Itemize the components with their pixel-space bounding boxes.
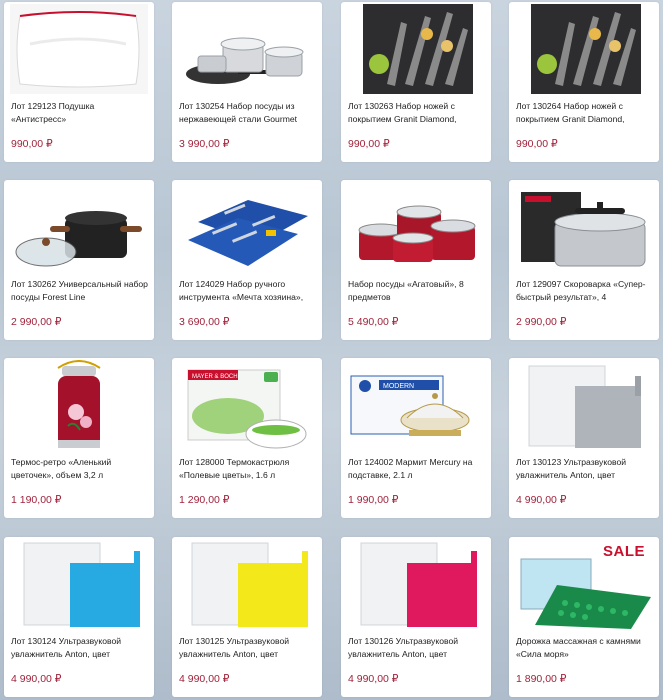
product-price: 2 990,00 ₽ xyxy=(516,316,567,328)
product-title[interactable]: Лот 130262 Универсальный набор посуды Fo… xyxy=(11,278,149,306)
product-title[interactable]: Лот 130263 Набор ножей с покрытием Grani… xyxy=(348,100,486,128)
sale-badge: SALE xyxy=(602,543,645,560)
brand-label: MODERN xyxy=(383,383,414,390)
product-image-humidifier[interactable] xyxy=(515,360,653,450)
product-price: 990,00 ₽ xyxy=(516,138,558,150)
product-title[interactable]: Лот 128000 Термокастрюля «Полевые цветы»… xyxy=(179,456,317,484)
product-title[interactable]: Лот 129097 Скороварка «Супер-быстрый рез… xyxy=(516,278,654,306)
product-price: 1 890,00 ₽ xyxy=(516,673,567,685)
product-title[interactable]: Лот 124029 Набор ручного инструмента «Ме… xyxy=(179,278,317,306)
product-image-pot[interactable] xyxy=(10,182,148,272)
product-title[interactable]: Лот 129123 Подушка «Антистресс» xyxy=(11,100,149,128)
product-price: 5 490,00 ₽ xyxy=(348,316,399,328)
product-card[interactable]: Лот 130123 Ультразвуковой увлажнитель An… xyxy=(509,358,659,518)
product-price: 1 290,00 ₽ xyxy=(179,494,230,506)
product-card[interactable]: Лот 130254 Набор посуды из нержавеющей с… xyxy=(172,2,322,162)
product-price: 1 190,00 ₽ xyxy=(11,494,62,506)
product-image-chafing-dish[interactable]: MODERN xyxy=(347,360,485,450)
product-title[interactable]: Лот 124002 Мармит Mercury на подставке, … xyxy=(348,456,486,484)
product-price: 4 990,00 ₽ xyxy=(179,673,230,685)
product-card[interactable]: MODERN Лот 124002 Мармит Mercury на подс… xyxy=(341,358,491,518)
product-card[interactable]: Лот 130262 Универсальный набор посуды Fo… xyxy=(4,180,154,340)
product-title[interactable]: Лот 130123 Ультразвуковой увлажнитель An… xyxy=(516,456,654,484)
product-image-massage-mat[interactable]: SALE xyxy=(515,539,653,629)
product-image-thermos[interactable] xyxy=(10,360,148,450)
product-card[interactable]: Лот 124029 Набор ручного инструмента «Ме… xyxy=(172,180,322,340)
product-card[interactable]: Лот 130126 Ультразвуковой увлажнитель An… xyxy=(341,537,491,697)
product-title[interactable]: Лот 130124 Ультразвуковой увлажнитель An… xyxy=(11,635,149,663)
product-image-knives[interactable] xyxy=(515,4,653,94)
product-card[interactable]: Лот 129123 Подушка «Антистресс» 990,00 ₽ xyxy=(4,2,154,162)
product-image-humidifier[interactable] xyxy=(10,539,148,629)
product-price: 4 990,00 ₽ xyxy=(516,494,567,506)
product-title[interactable]: Дорожка массажная с камнями «Сила моря» xyxy=(516,635,654,663)
product-image-cookware[interactable] xyxy=(178,4,316,94)
product-title[interactable]: Лот 130254 Набор посуды из нержавеющей с… xyxy=(179,100,317,128)
product-title[interactable]: Лот 130125 Ультразвуковой увлажнитель An… xyxy=(179,635,317,663)
product-image-thermo-pot[interactable]: MAYER & BOCH xyxy=(178,360,316,450)
product-image-pots-red[interactable] xyxy=(347,182,485,272)
product-image-knives[interactable] xyxy=(347,4,485,94)
product-price: 1 990,00 ₽ xyxy=(348,494,399,506)
product-card[interactable]: Лот 130125 Ультразвуковой увлажнитель An… xyxy=(172,537,322,697)
product-image-humidifier[interactable] xyxy=(347,539,485,629)
product-card[interactable]: Лот 130124 Ультразвуковой увлажнитель An… xyxy=(4,537,154,697)
product-grid: Лот 129123 Подушка «Антистресс» 990,00 ₽… xyxy=(0,0,663,700)
product-card[interactable]: MAYER & BOCH Лот 128000 Термокастрюля «П… xyxy=(172,358,322,518)
product-card[interactable]: Набор посуды «Агатовый», 8 предметов 5 4… xyxy=(341,180,491,340)
product-price: 3 690,00 ₽ xyxy=(179,316,230,328)
product-image-pressure-cooker[interactable] xyxy=(515,182,653,272)
product-title[interactable]: Набор посуды «Агатовый», 8 предметов xyxy=(348,278,486,306)
product-image-tools[interactable] xyxy=(178,182,316,272)
brand-label: MAYER & BOCH xyxy=(192,374,238,380)
product-price: 3 990,00 ₽ xyxy=(179,138,230,150)
product-card[interactable]: Термос-ретро «Аленький цветочек», объем … xyxy=(4,358,154,518)
product-price: 990,00 ₽ xyxy=(11,138,53,150)
product-card[interactable]: SALE Дорожка массажная с камнями «Сила м… xyxy=(509,537,659,697)
product-card[interactable]: Лот 130263 Набор ножей с покрытием Grani… xyxy=(341,2,491,162)
product-image-humidifier[interactable] xyxy=(178,539,316,629)
product-title[interactable]: Лот 130264 Набор ножей с покрытием Grani… xyxy=(516,100,654,128)
product-card[interactable]: Лот 129097 Скороварка «Супер-быстрый рез… xyxy=(509,180,659,340)
product-price: 4 990,00 ₽ xyxy=(348,673,399,685)
product-price: 990,00 ₽ xyxy=(348,138,390,150)
product-price: 4 990,00 ₽ xyxy=(11,673,62,685)
product-card[interactable]: Лот 130264 Набор ножей с покрытием Grani… xyxy=(509,2,659,162)
product-title[interactable]: Термос-ретро «Аленький цветочек», объем … xyxy=(11,456,149,484)
product-title[interactable]: Лот 130126 Ультразвуковой увлажнитель An… xyxy=(348,635,486,663)
product-image-pillow[interactable] xyxy=(10,4,148,94)
product-price: 2 990,00 ₽ xyxy=(11,316,62,328)
